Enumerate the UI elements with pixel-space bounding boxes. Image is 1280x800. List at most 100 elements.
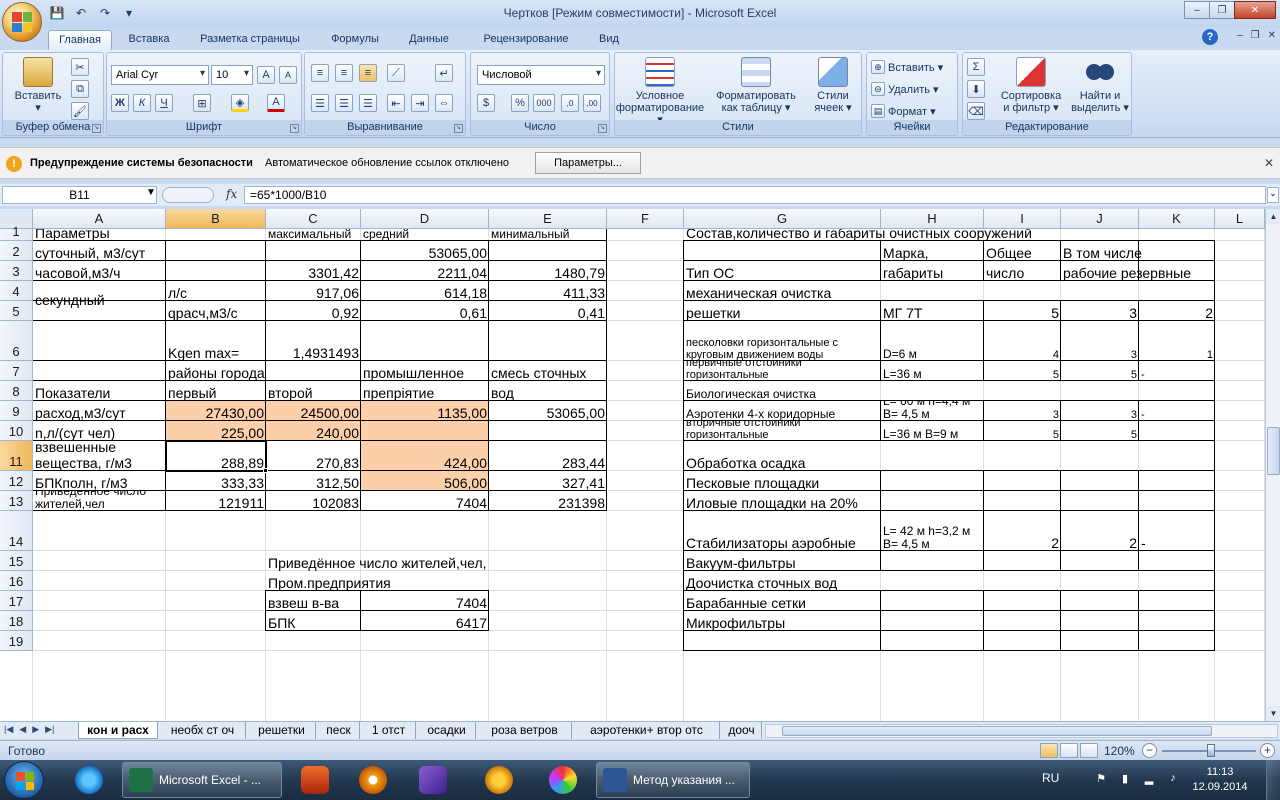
flag-icon[interactable]: ⚑ bbox=[1094, 772, 1108, 786]
cell-g11[interactable]: Обработка осадка bbox=[684, 441, 1215, 471]
cell-e5[interactable]: 0,41 bbox=[489, 301, 607, 321]
shrink-font-button[interactable]: A bbox=[279, 65, 297, 85]
zoom-slider-thumb[interactable] bbox=[1207, 744, 1215, 757]
name-box[interactable]: B11 bbox=[2, 186, 157, 204]
row-header-19[interactable]: 19 bbox=[0, 631, 33, 651]
tab-review[interactable]: Рецензирование bbox=[468, 30, 584, 50]
zoom-out-icon[interactable]: − bbox=[1142, 743, 1157, 758]
copy-button[interactable]: ⧉ bbox=[71, 79, 89, 99]
cell-d4[interactable]: 614,18 bbox=[361, 281, 489, 301]
cell-c3[interactable]: 3301,42 bbox=[266, 261, 361, 281]
zoom-level[interactable]: 120% bbox=[1104, 744, 1135, 758]
cell-d11[interactable]: 424,00 bbox=[361, 441, 489, 471]
cell-g14[interactable]: Стабилизаторы аэробные bbox=[684, 511, 881, 551]
cell-e4[interactable]: 411,33 bbox=[489, 281, 607, 301]
row-header-6[interactable]: 6 bbox=[0, 321, 33, 361]
first-sheet-icon[interactable]: |◀ bbox=[4, 724, 13, 735]
cell-b9[interactable]: 27430,00 bbox=[166, 401, 266, 421]
cell-d1[interactable]: средний bbox=[361, 229, 489, 241]
cell-i9[interactable]: 3 bbox=[984, 401, 1061, 421]
cell-d2[interactable]: 53065,00 bbox=[361, 241, 489, 261]
row-header-4[interactable]: 4 bbox=[0, 281, 33, 301]
cell-g6[interactable]: песколовки горизонтальные с круговым дви… bbox=[684, 321, 881, 361]
column-header-k[interactable]: K bbox=[1139, 209, 1215, 229]
column-header-g[interactable]: G bbox=[684, 209, 881, 229]
bold-button[interactable]: Ж bbox=[111, 93, 129, 113]
cell-a11[interactable]: взвешенные вещества, г/м3 bbox=[33, 441, 166, 471]
format-painter-button[interactable]: 🖌 bbox=[71, 101, 89, 121]
cell-a1[interactable]: Параметры bbox=[33, 229, 266, 241]
orientation-button[interactable]: ⟋ bbox=[387, 63, 405, 83]
align-bottom-button[interactable]: ≡ bbox=[359, 63, 377, 83]
cell-d18[interactable]: 6417 bbox=[361, 611, 489, 631]
cell-j10[interactable]: 5 bbox=[1061, 421, 1139, 441]
sheet-tab-5[interactable]: осадки bbox=[418, 722, 476, 739]
row-header-7[interactable]: 7 bbox=[0, 361, 33, 381]
cell-b10[interactable]: 225,00 bbox=[166, 421, 266, 441]
firewall-icon[interactable] bbox=[292, 763, 338, 797]
security-options-button[interactable]: Параметры... bbox=[535, 152, 641, 174]
cell-j7[interactable]: 5 bbox=[1061, 361, 1139, 381]
cell-c6[interactable]: 1,4931493 bbox=[266, 321, 361, 361]
cell-b8[interactable]: первый bbox=[166, 381, 266, 401]
cell-d8[interactable]: препріятие bbox=[361, 381, 489, 401]
format-cells-button[interactable]: ▤ Формат ▾ bbox=[871, 101, 936, 121]
zoom-in-icon[interactable]: + bbox=[1260, 743, 1275, 758]
increase-indent-button[interactable]: ⇥ bbox=[411, 93, 429, 113]
start-button[interactable] bbox=[4, 761, 44, 799]
clipboard-launcher-icon[interactable]: ↘ bbox=[92, 124, 101, 133]
fill-handle[interactable] bbox=[263, 468, 268, 473]
language-indicator[interactable]: RU bbox=[1042, 771, 1059, 785]
column-header-e[interactable]: E bbox=[489, 209, 607, 229]
cell-g18[interactable]: Микрофильтры bbox=[684, 611, 881, 631]
cell-e12[interactable]: 327,41 bbox=[489, 471, 607, 491]
cell-j2[interactable]: В том числе bbox=[1061, 241, 1215, 261]
cell-d7[interactable]: промышленное bbox=[361, 361, 489, 381]
tab-view[interactable]: Вид bbox=[590, 30, 628, 50]
format-as-table-button[interactable]: Форматировать как таблицу ▾ bbox=[711, 57, 801, 114]
restore-button[interactable]: ❐ bbox=[1209, 1, 1235, 19]
cell-i2[interactable]: Общее bbox=[984, 241, 1061, 261]
column-header-i[interactable]: I bbox=[984, 209, 1061, 229]
column-header-h[interactable]: H bbox=[881, 209, 984, 229]
cell-c8[interactable]: второй bbox=[266, 381, 361, 401]
cell-c13[interactable]: 102083 bbox=[266, 491, 361, 511]
cell-h2[interactable]: Марка, bbox=[881, 241, 984, 261]
cell-b7[interactable]: районы города bbox=[166, 361, 361, 381]
cell-g13[interactable]: Иловые площадки на 20% bbox=[684, 491, 881, 511]
decrease-decimal-button[interactable]: ,00 bbox=[583, 93, 601, 113]
cell-a10[interactable]: n,л/(сут чел) bbox=[33, 421, 166, 441]
cell-g17[interactable]: Барабанные сетки bbox=[684, 591, 881, 611]
row-header-11[interactable]: 11 bbox=[0, 441, 33, 471]
cell-g4[interactable]: механическая очистка bbox=[684, 281, 1215, 301]
cell-g12[interactable]: Песковые площадки bbox=[684, 471, 881, 491]
cell-a9[interactable]: расход,м3/сут bbox=[33, 401, 166, 421]
grow-font-button[interactable]: A bbox=[257, 65, 275, 85]
cell-e3[interactable]: 1480,79 bbox=[489, 261, 607, 281]
close-button[interactable]: ✕ bbox=[1234, 1, 1276, 19]
decrease-indent-button[interactable]: ⇤ bbox=[387, 93, 405, 113]
cell-g10[interactable]: вторичные отстойники горизонтальные bbox=[684, 421, 881, 441]
cell-a13[interactable]: Приведённое число жителей,чел bbox=[33, 491, 166, 511]
tab-insert[interactable]: Вставка bbox=[118, 30, 180, 50]
clear-button[interactable]: ⌫ bbox=[967, 101, 985, 121]
taskbar-item-word[interactable]: Метод указания ... bbox=[596, 762, 750, 798]
row-header-3[interactable]: 3 bbox=[0, 261, 33, 281]
cell-b6[interactable]: Kgen max= bbox=[166, 321, 266, 361]
row-header-16[interactable]: 16 bbox=[0, 571, 33, 591]
row-header-10[interactable]: 10 bbox=[0, 421, 33, 441]
cell-d9[interactable]: 1135,00 bbox=[361, 401, 489, 421]
cell-g8[interactable]: Биологическая очистка bbox=[684, 381, 1215, 401]
cell-c10[interactable]: 240,00 bbox=[266, 421, 361, 441]
page-layout-view-button[interactable] bbox=[1060, 743, 1078, 758]
wb-close-icon[interactable]: ✕ bbox=[1268, 30, 1276, 41]
currency-button[interactable]: $ bbox=[477, 93, 495, 113]
last-sheet-icon[interactable]: ▶| bbox=[45, 724, 54, 735]
ie-icon[interactable] bbox=[66, 763, 112, 797]
alignment-launcher-icon[interactable]: ↘ bbox=[454, 124, 463, 133]
cell-i3[interactable]: число bbox=[984, 261, 1061, 281]
cut-button[interactable]: ✂ bbox=[71, 57, 89, 77]
cell-d13[interactable]: 7404 bbox=[361, 491, 489, 511]
cell-h9[interactable]: L= 60 м h=4,4 м B= 4,5 м bbox=[881, 401, 984, 421]
minimize-button[interactable]: – bbox=[1184, 1, 1210, 19]
